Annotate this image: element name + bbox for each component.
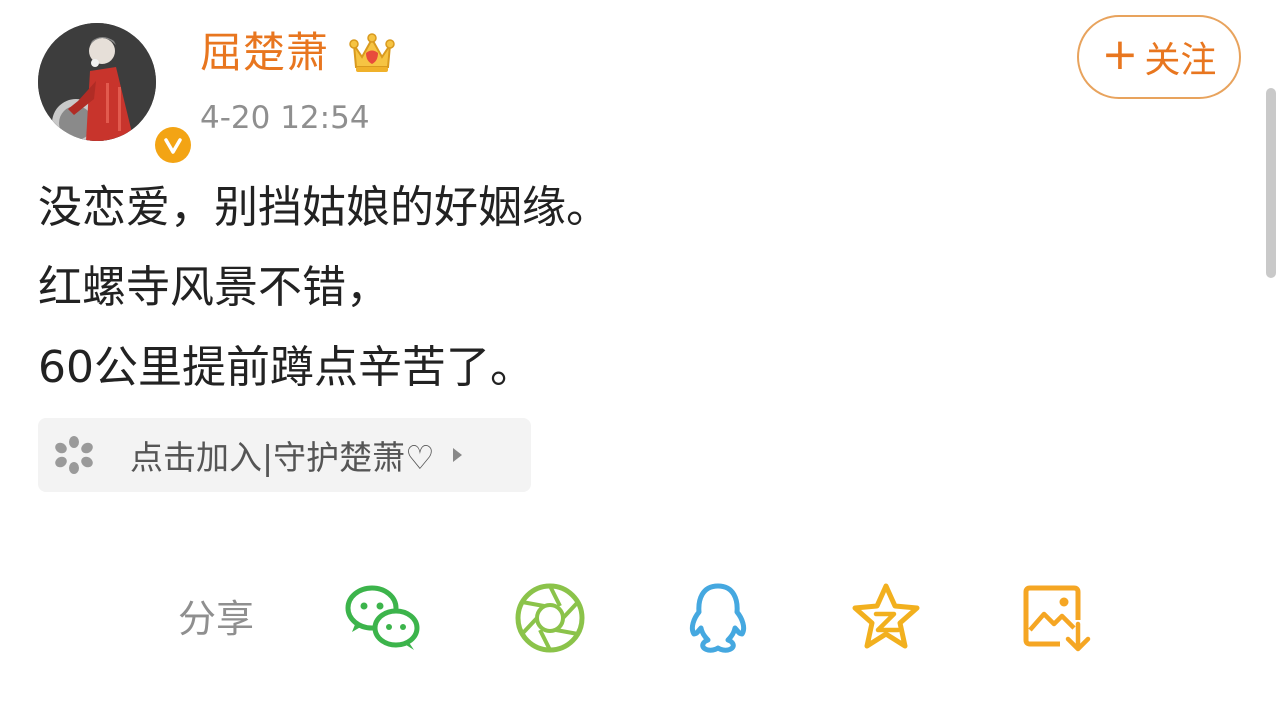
chevron-right-icon	[452, 448, 462, 462]
post-timestamp: 4-20 12:54	[200, 100, 370, 136]
super-topic-card[interactable]: 点击加入|守护楚萧♡	[38, 418, 531, 492]
avatar[interactable]	[38, 23, 195, 167]
post-line: 没恋爱，别挡姑娘的好姻缘。	[38, 182, 610, 233]
scrollbar[interactable]	[1266, 88, 1276, 278]
wechat-icon[interactable]	[342, 578, 422, 658]
qzone-icon[interactable]	[846, 578, 926, 658]
super-topic-label: 点击加入|守护楚萧♡	[130, 438, 435, 477]
qq-icon[interactable]	[678, 578, 758, 658]
username[interactable]: 屈楚萧	[200, 26, 329, 80]
moments-icon[interactable]	[512, 578, 592, 658]
follow-label: 关注	[1144, 40, 1217, 81]
follow-button[interactable]: + 关注	[1077, 15, 1241, 99]
avatar-image	[38, 23, 156, 141]
post-content: 没恋爱，别挡姑娘的好姻缘。 红螺寺风景不错， 60公里提前蹲点辛苦了。	[38, 168, 610, 408]
share-label: 分享	[178, 597, 255, 641]
super-topic-icon	[52, 433, 96, 477]
post-line: 红螺寺风景不错，	[38, 262, 390, 313]
crown-icon	[348, 31, 396, 75]
post-line: 60公里提前蹲点辛苦了。	[38, 342, 534, 393]
verified-badge-icon	[151, 123, 195, 167]
plus-icon: +	[1101, 29, 1139, 80]
save-image-icon[interactable]	[1016, 578, 1096, 658]
